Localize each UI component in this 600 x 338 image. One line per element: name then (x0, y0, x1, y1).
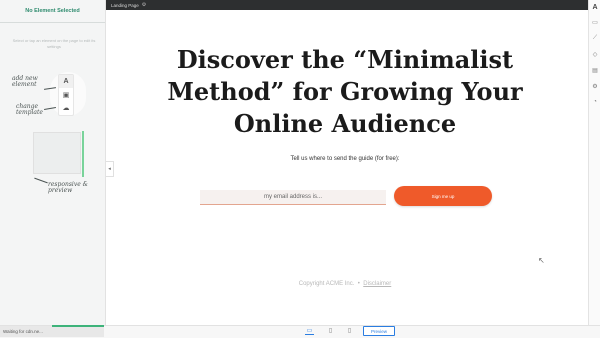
collapse-panel-icon[interactable]: ◂ (106, 161, 114, 177)
text-tool-icon[interactable]: A (59, 75, 73, 88)
email-input[interactable]: my email address is... (200, 190, 386, 205)
panel-title: No Element Selected (0, 0, 105, 23)
settings-icon[interactable]: ⚙ (589, 78, 600, 94)
subheading[interactable]: Tell us where to send the guide (for fre… (150, 156, 540, 162)
panel-hint: Select or tap an element on the page to … (12, 38, 96, 49)
top-bar: Landing Page ⚙ (106, 0, 588, 10)
page-headline[interactable]: Discover the “Minimalist Method” for Gro… (150, 44, 540, 140)
browser-status: Waiting for cdn.ne... (0, 326, 104, 337)
annotation-add-element: add new element (12, 75, 38, 88)
right-sidebar: A ▭ ⟋ ◇ ▤ ⚙ ◔ (588, 0, 600, 325)
element-toolbar: A ▣ ☁ (58, 74, 74, 116)
mobile-icon[interactable]: ▯ (345, 326, 354, 334)
annotation-arrow (34, 177, 48, 184)
tablet-icon[interactable]: ▯ (326, 326, 335, 334)
cloud-icon[interactable]: ☁ (59, 101, 73, 114)
mouse-cursor-icon: ↖ (538, 256, 545, 265)
desktop-icon[interactable]: ▭ (305, 326, 314, 335)
page-settings-icon[interactable]: ⚙ (142, 2, 146, 8)
chart-icon[interactable]: ◔ (589, 94, 600, 110)
page-icon[interactable]: ▭ (589, 14, 600, 30)
layout-icon[interactable]: ▣ (59, 88, 73, 101)
footer-copyright: Copyright ACME Inc. (298, 281, 355, 287)
text-style-icon[interactable]: A (589, 0, 600, 14)
footer: Copyright ACME Inc. • Disclaimer (150, 281, 540, 287)
edit-icon[interactable]: ⟋ (589, 30, 600, 46)
left-panel: No Element Selected Select or tap an ele… (0, 0, 106, 325)
list-icon[interactable]: ▤ (589, 62, 600, 78)
loading-progress (52, 325, 104, 327)
signup-button[interactable]: Sign me up (394, 186, 492, 206)
template-thumbnail[interactable] (33, 131, 84, 177)
annotation-change-template: change template (16, 103, 43, 116)
preview-button[interactable]: Preview (363, 326, 395, 336)
annotation-responsive: responsive & preview (48, 181, 89, 194)
page-name[interactable]: Landing Page (111, 3, 139, 8)
disclaimer-link[interactable]: Disclaimer (363, 281, 391, 287)
footer-separator: • (357, 281, 360, 287)
shape-icon[interactable]: ◇ (589, 46, 600, 62)
